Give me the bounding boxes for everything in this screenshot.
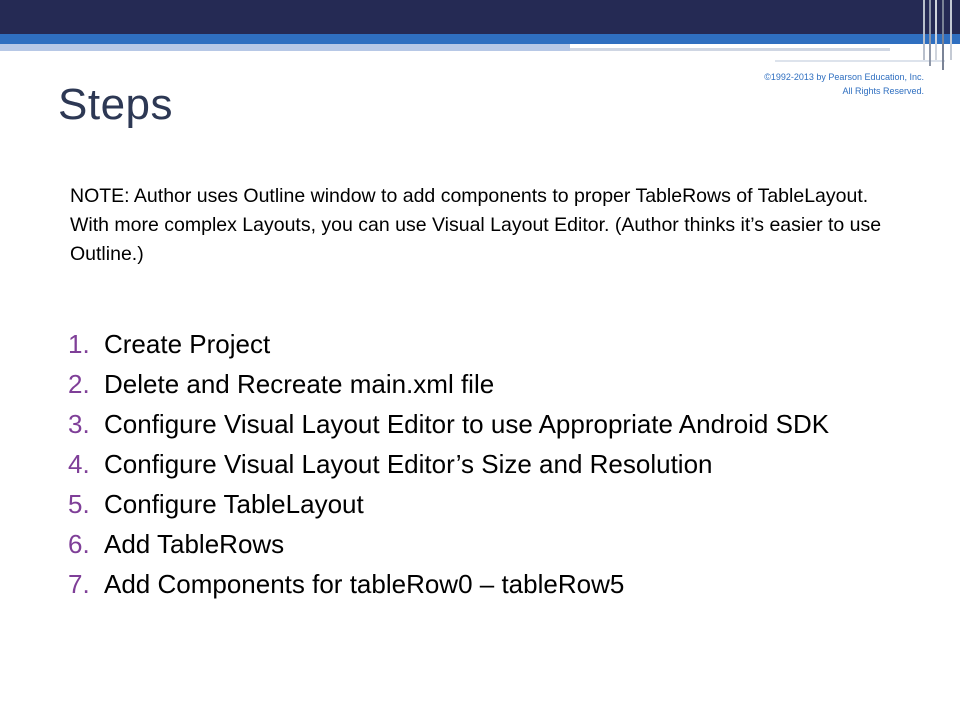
step-text: Configure Visual Layout Editor to use Ap… bbox=[104, 409, 830, 439]
note-paragraph: NOTE: Author uses Outline window to add … bbox=[70, 185, 882, 265]
step-text: Configure TableLayout bbox=[104, 489, 364, 519]
step-number: 4. bbox=[68, 449, 90, 479]
list-item: 4. Configure Visual Layout Editor’s Size… bbox=[68, 444, 898, 484]
step-number: 2. bbox=[68, 369, 90, 399]
list-item: 7. Add Components for tableRow0 – tableR… bbox=[68, 564, 898, 604]
step-number: 1. bbox=[68, 329, 90, 359]
step-number: 3. bbox=[68, 409, 90, 439]
header-light-stripe bbox=[0, 44, 570, 51]
list-item: 5. Configure TableLayout bbox=[68, 484, 898, 524]
step-text: Create Project bbox=[104, 329, 271, 359]
step-number: 5. bbox=[68, 489, 90, 519]
step-text: Delete and Recreate main.xml file bbox=[104, 369, 495, 399]
step-text: Configure Visual Layout Editor’s Size an… bbox=[104, 449, 713, 479]
list-item: 1. Create Project bbox=[68, 324, 898, 364]
step-number: 6. bbox=[68, 529, 90, 559]
list-item: 3. Configure Visual Layout Editor to use… bbox=[68, 404, 898, 444]
decorative-bars bbox=[920, 0, 960, 70]
step-text: Add TableRows bbox=[104, 529, 285, 559]
slide-title: Steps bbox=[58, 80, 174, 129]
steps-list: 1. Create Project 2. Delete and Recreate… bbox=[68, 324, 898, 604]
list-item: 6. Add TableRows bbox=[68, 524, 898, 564]
list-item: 2. Delete and Recreate main.xml file bbox=[68, 364, 898, 404]
header-band bbox=[0, 0, 960, 34]
copyright-notice: ©1992-2013 by Pearson Education, Inc. Al… bbox=[764, 72, 924, 96]
step-text: Add Components for tableRow0 – tableRow5 bbox=[104, 569, 625, 599]
header-accent-line bbox=[570, 48, 890, 51]
step-number: 7. bbox=[68, 569, 90, 599]
header-stripe bbox=[0, 34, 960, 44]
